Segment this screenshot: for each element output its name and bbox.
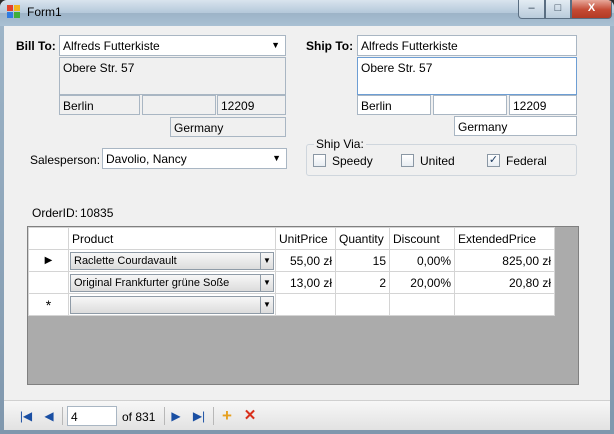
window-title: Form1 [27, 5, 62, 19]
ship-to-address-field[interactable]: Obere Str. 57 [357, 57, 577, 95]
bill-to-postal-field[interactable]: 12209 [217, 95, 286, 115]
ship-to-country-field[interactable]: Germany [454, 116, 577, 136]
separator [164, 407, 165, 425]
row-header[interactable] [28, 271, 69, 294]
close-button[interactable]: X [571, 0, 612, 19]
salesperson-combo[interactable]: Davolio, Nancy ▼ [102, 148, 287, 169]
position-input[interactable]: 4 [67, 406, 117, 426]
extended-price-cell[interactable] [454, 293, 555, 316]
column-header-discount[interactable]: Discount [389, 227, 455, 250]
column-header-extended-price[interactable]: ExtendedPrice [454, 227, 555, 250]
chevron-down-icon[interactable]: ▼ [271, 40, 280, 50]
new-row[interactable]: * ▼ [28, 293, 555, 316]
quantity-cell[interactable] [335, 293, 390, 316]
move-last-icon[interactable]: ▶| [190, 407, 208, 425]
salesperson-label: Salesperson: [30, 153, 101, 167]
product-value: Raclette Courdavault [74, 254, 177, 267]
column-header-product[interactable]: Product [68, 227, 276, 250]
product-cell[interactable]: Original Frankfurter grüne Soße ▼ [68, 271, 276, 294]
product-combo[interactable]: Original Frankfurter grüne Soße ▼ [70, 273, 274, 292]
bill-to-city-field[interactable]: Berlin [59, 95, 140, 115]
order-id-value: 10835 [80, 206, 114, 220]
ship-via-title: Ship Via: [314, 137, 366, 151]
chevron-down-icon[interactable]: ▼ [260, 274, 273, 291]
quantity-cell[interactable]: 2 [335, 271, 390, 294]
move-first-icon[interactable]: |◀ [17, 407, 35, 425]
column-header-quantity[interactable]: Quantity [335, 227, 390, 250]
bill-to-address-field[interactable]: Obere Str. 57 [59, 57, 286, 95]
grid-table: Product UnitPrice Quantity Discount Exte… [28, 227, 555, 316]
table-row[interactable]: Original Frankfurter grüne Soße ▼ 13,00 … [28, 271, 555, 294]
new-row-marker-icon[interactable]: * [28, 293, 69, 316]
ship-to-name-field[interactable]: Alfreds Futterkiste [357, 35, 577, 56]
product-cell[interactable]: Raclette Courdavault ▼ [68, 249, 276, 272]
ship-to-region-field[interactable] [433, 95, 507, 115]
ship-to-city-field[interactable]: Berlin [357, 95, 431, 115]
form-client-area: Bill To: Alfreds Futterkiste ▼ Obere Str… [4, 26, 610, 430]
bill-to-label: Bill To: [16, 39, 56, 53]
chevron-down-icon[interactable]: ▼ [260, 252, 273, 269]
unit-price-cell[interactable]: 13,00 zł [275, 271, 336, 294]
speedy-checkbox[interactable] [313, 154, 326, 167]
order-details-grid[interactable]: Product UnitPrice Quantity Discount Exte… [27, 226, 579, 385]
chevron-down-icon[interactable]: ▼ [260, 296, 273, 313]
ship-to-label: Ship To: [306, 39, 354, 53]
record-count-label: of 831 [122, 410, 156, 424]
binding-navigator: |◀ ◀ 4 of 831 ▶ ▶| + ✕ [4, 400, 610, 430]
maximize-button[interactable]: □ [545, 0, 571, 19]
product-cell[interactable]: ▼ [68, 293, 276, 316]
quantity-cell[interactable]: 15 [335, 249, 390, 272]
chevron-down-icon[interactable]: ▼ [272, 153, 281, 163]
federal-label[interactable]: Federal [506, 154, 547, 168]
table-row[interactable]: ▶ Raclette Courdavault ▼ 55,00 zł 15 0,0… [28, 249, 555, 272]
unit-price-cell[interactable]: 55,00 zł [275, 249, 336, 272]
product-combo[interactable]: Raclette Courdavault ▼ [70, 251, 274, 270]
checkmark-icon: ✓ [488, 154, 499, 166]
extended-price-cell[interactable]: 825,00 zł [454, 249, 555, 272]
bill-to-country-field[interactable]: Germany [170, 117, 286, 137]
extended-price-cell[interactable]: 20,80 zł [454, 271, 555, 294]
row-header-corner [28, 227, 69, 250]
minimize-button[interactable]: – [518, 0, 545, 19]
move-previous-icon[interactable]: ◀ [40, 407, 58, 425]
united-label[interactable]: United [420, 154, 455, 168]
grid-header-row: Product UnitPrice Quantity Discount Exte… [28, 227, 555, 250]
app-icon [7, 5, 21, 19]
move-next-icon[interactable]: ▶ [167, 407, 185, 425]
discount-cell[interactable] [389, 293, 455, 316]
order-id-label: OrderID: [32, 206, 79, 220]
product-combo[interactable]: ▼ [70, 295, 274, 314]
bill-to-region-field[interactable] [142, 95, 216, 115]
ship-to-postal-field[interactable]: 12209 [509, 95, 577, 115]
column-header-unit-price[interactable]: UnitPrice [275, 227, 336, 250]
title-bar[interactable]: Form1 – □ X [0, 0, 614, 26]
delete-icon[interactable]: ✕ [241, 407, 259, 425]
unit-price-cell[interactable] [275, 293, 336, 316]
federal-checkbox[interactable]: ✓ [487, 154, 500, 167]
product-value: Original Frankfurter grüne Soße [74, 276, 230, 289]
bill-to-name-value: Alfreds Futterkiste [63, 39, 160, 53]
current-row-marker-icon[interactable]: ▶ [28, 249, 69, 272]
discount-cell[interactable]: 0,00% [389, 249, 455, 272]
separator [62, 407, 63, 425]
united-checkbox[interactable] [401, 154, 414, 167]
add-new-icon[interactable]: + [218, 407, 236, 425]
speedy-label[interactable]: Speedy [332, 154, 373, 168]
bill-to-name-combo[interactable]: Alfreds Futterkiste ▼ [59, 35, 286, 56]
salesperson-value: Davolio, Nancy [106, 152, 187, 166]
window: Form1 – □ X Bill To: Alfreds Futterkiste… [0, 0, 614, 434]
separator [213, 407, 214, 425]
discount-cell[interactable]: 20,00% [389, 271, 455, 294]
